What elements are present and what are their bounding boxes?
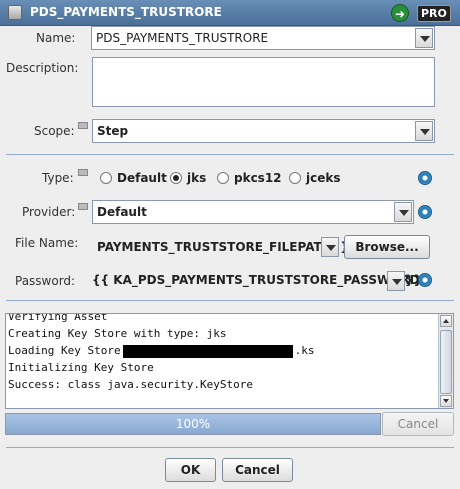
type-radio-jks[interactable]: jks: [170, 171, 206, 185]
type-label: Type:: [42, 171, 74, 185]
divider: [6, 154, 454, 155]
divider: [6, 447, 454, 448]
description-label: Description:: [6, 61, 79, 75]
divider: [6, 300, 454, 301]
title-bar[interactable]: PDS_PAYMENTS_TRUSTRORE ➜ PRO: [0, 0, 460, 26]
progress-cancel-button[interactable]: Cancel: [382, 412, 454, 436]
scroll-down-icon[interactable]: [440, 395, 452, 407]
description-field[interactable]: [92, 57, 435, 107]
redacted-block: [122, 344, 293, 358]
radio-label: jks: [187, 171, 207, 185]
ok-button[interactable]: OK: [165, 458, 216, 482]
radio-icon[interactable]: [289, 172, 301, 184]
window-title: PDS_PAYMENTS_TRUSTRORE: [30, 5, 222, 19]
cancel-button[interactable]: Cancel: [222, 458, 293, 482]
password-dropdown[interactable]: [384, 270, 406, 294]
chevron-down-icon[interactable]: [415, 121, 433, 141]
pro-badge: PRO: [417, 5, 451, 22]
provider-indicator-icon: [78, 203, 88, 210]
log-line: Creating Key Store with type: jks: [8, 327, 227, 340]
log-line: Success: class java.security.KeyStore: [8, 378, 254, 391]
password-label: Password:: [15, 274, 76, 288]
progress-bar: 100%: [5, 413, 381, 435]
log-lines: Verifying Asset Creating Key Store with …: [8, 313, 314, 393]
chevron-down-icon[interactable]: [394, 202, 412, 222]
radio-icon[interactable]: [217, 172, 229, 184]
radio-label: Default: [117, 171, 167, 185]
log-scrollbar[interactable]: [438, 314, 453, 408]
type-radio-pkcs12[interactable]: pkcs12: [217, 171, 282, 185]
log-line-suffix: .ks: [294, 344, 315, 357]
log-line: Initializing Key Store: [8, 361, 154, 374]
arrow-right-icon[interactable]: ➜: [391, 4, 409, 22]
password-prefix: {{: [92, 273, 110, 287]
progress-text: 100%: [175, 417, 211, 431]
scope-indicator-icon: [78, 122, 88, 129]
type-radio-jceks[interactable]: jceks: [289, 171, 341, 185]
type-radio-default[interactable]: Default: [100, 171, 167, 185]
provider-label: Provider:: [22, 205, 76, 219]
gear-icon[interactable]: [418, 273, 432, 287]
filename-dropdown[interactable]: [318, 236, 340, 260]
filename-label: File Name:: [15, 236, 79, 250]
name-label: Name:: [36, 31, 76, 45]
name-value: PDS_PAYMENTS_TRUSTRORE: [96, 31, 269, 45]
log-output[interactable]: Verifying Asset Creating Key Store with …: [5, 313, 454, 409]
filename-value[interactable]: PAYMENTS_TRUSTSTORE_FILEPATH}}: [97, 240, 349, 254]
radio-selected-icon[interactable]: [170, 172, 182, 184]
app-icon: [8, 5, 22, 20]
radio-label: jceks: [306, 171, 341, 185]
scope-label: Scope:: [34, 124, 75, 138]
scope-select[interactable]: Step: [92, 119, 435, 143]
password-field[interactable]: {{ KA_PDS_PAYMENTS_TRUSTSTORE_PASSWORD: [92, 273, 420, 287]
chevron-down-icon[interactable]: [415, 28, 433, 48]
gear-icon[interactable]: [418, 171, 432, 185]
browse-button[interactable]: Browse...: [344, 235, 430, 259]
name-combo[interactable]: PDS_PAYMENTS_TRUSTRORE: [91, 26, 435, 50]
gear-icon[interactable]: [418, 205, 432, 219]
password-value: KA_PDS_PAYMENTS_TRUSTSTORE_PASSWORD: [113, 273, 420, 287]
radio-icon[interactable]: [100, 172, 112, 184]
chevron-down-icon[interactable]: [387, 271, 405, 291]
type-indicator-icon: [78, 169, 88, 176]
log-line-prefix: Loading Key Store: [8, 344, 121, 357]
scroll-up-icon[interactable]: [440, 315, 452, 327]
log-line: Verifying Asset: [8, 313, 108, 323]
provider-select[interactable]: Default: [92, 200, 414, 224]
provider-value: Default: [97, 205, 147, 219]
scope-value: Step: [97, 124, 129, 138]
log-line: Loading Key Store .ks: [8, 342, 314, 359]
scroll-thumb[interactable]: [440, 330, 452, 394]
radio-label: pkcs12: [234, 171, 282, 185]
chevron-down-icon[interactable]: [321, 237, 339, 257]
